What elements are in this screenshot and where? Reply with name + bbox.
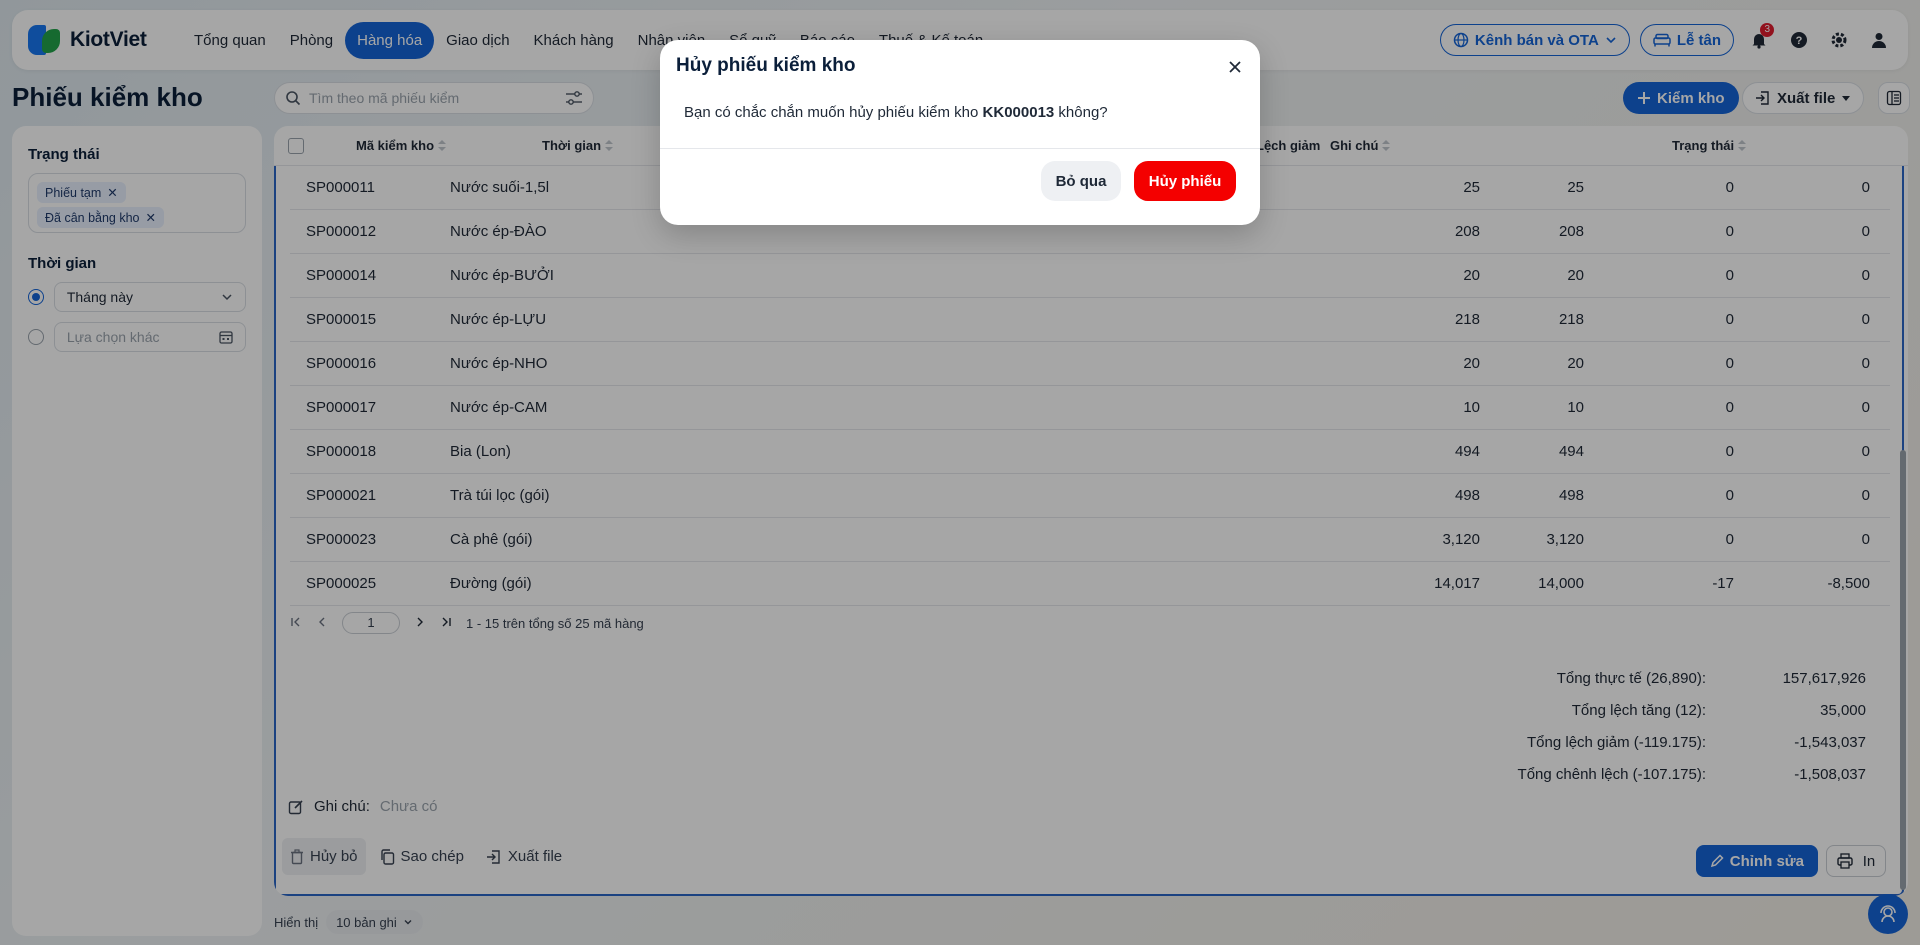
close-icon[interactable] bbox=[1224, 56, 1246, 78]
dialog-message-prefix: Bạn có chắc chắn muốn hủy phiếu kiểm kho bbox=[684, 104, 979, 121]
dialog-voucher-code: KK000013 bbox=[982, 104, 1055, 121]
dialog-message: Bạn có chắc chắn muốn hủy phiếu kiểm kho… bbox=[684, 104, 1108, 121]
dialog-title: Hủy phiếu kiểm kho bbox=[676, 55, 856, 76]
dialog-message-suffix: không? bbox=[1058, 104, 1108, 121]
dialog-divider bbox=[660, 148, 1260, 149]
confirm-cancel-button[interactable]: Hủy phiếu bbox=[1134, 161, 1236, 201]
cancel-voucher-dialog: Hủy phiếu kiểm kho Bạn có chắc chắn muốn… bbox=[660, 40, 1260, 225]
skip-button[interactable]: Bỏ qua bbox=[1041, 161, 1121, 201]
